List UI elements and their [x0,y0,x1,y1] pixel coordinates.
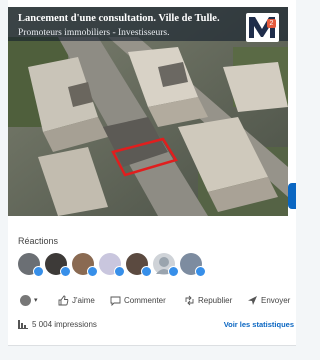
like-badge-icon [141,266,152,277]
user-avatar-icon [20,294,31,306]
scroll-indicator [288,183,296,209]
like-badge-icon [168,266,179,277]
caption-title: Lancement d'une consultation. Ville de T… [18,13,220,24]
logo-badge: 2 [267,19,276,28]
comment-icon [110,296,121,306]
like-label: J'aime [72,295,95,305]
avatar[interactable] [18,253,44,277]
impressions-count: 5 004 impressions [32,320,97,329]
avatar[interactable] [126,253,152,277]
avatar[interactable] [99,253,125,277]
send-button[interactable]: Envoyer [247,292,290,308]
like-badge-icon [87,266,98,277]
send-label: Envoyer [261,295,291,305]
post-image[interactable]: Lancement d'une consultation. Ville de T… [8,7,288,216]
repost-label: Republier [198,295,233,305]
repost-icon [185,295,194,305]
impressions: 5 004 impressions [18,320,97,329]
repost-button[interactable]: Republier [184,292,232,308]
avatar[interactable] [45,253,71,277]
like-badge-icon [33,266,44,277]
see-statistics-link[interactable]: Voir les statistiques [224,320,294,329]
send-icon [248,295,257,305]
avatar[interactable] [153,253,179,277]
caption-subtitle: Promoteurs immobiliers - Investisseurs. [18,28,170,38]
like-button[interactable]: J'aime [58,292,95,308]
comment-label: Commenter [124,295,166,305]
reactions-label: Réactions [18,236,59,246]
like-badge-icon [60,266,71,277]
reaction-picker[interactable]: ▾ [20,292,38,308]
post-actions: ▾ J'aime Commenter Republier Envoyer [18,292,296,308]
avatar[interactable] [72,253,98,277]
thumbs-up-icon [58,295,69,305]
like-badge-icon [195,266,206,277]
comment-button[interactable]: Commenter [110,292,166,308]
avatar[interactable] [180,253,206,277]
bar-chart-icon [18,320,28,329]
chevron-down-icon: ▾ [34,297,38,304]
divider [8,345,296,346]
brand-logo: 2 [246,13,279,42]
post-stats: 5 004 impressions Voir les statistiques [18,320,296,332]
like-badge-icon [114,266,125,277]
